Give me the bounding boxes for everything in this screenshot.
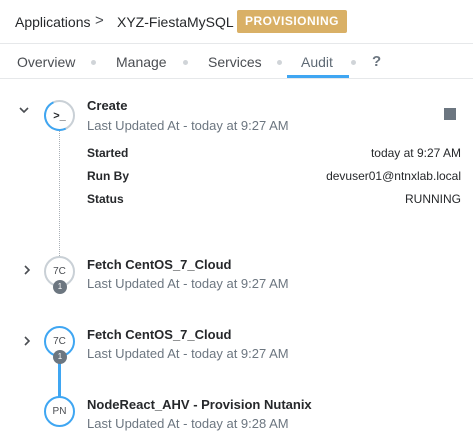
task-initials: PN	[52, 406, 67, 417]
create-updated-at: Last Updated At - today at 9:27 AM	[87, 118, 289, 133]
app-header: Applications > XYZ-FiestaMySQL PROVISION…	[0, 0, 473, 44]
task-title[interactable]: Fetch CentOS_7_Cloud	[87, 257, 231, 272]
tab-manage[interactable]: Manage	[116, 54, 167, 70]
tab-separator-dot	[91, 60, 96, 65]
timeline-connector-pending	[59, 130, 60, 258]
active-tab-indicator	[287, 75, 349, 78]
tab-overview[interactable]: Overview	[17, 54, 75, 70]
breadcrumb-app-name: XYZ-FiestaMySQL	[117, 14, 234, 30]
tab-separator-dot	[183, 60, 188, 65]
chevron-right-icon[interactable]	[22, 335, 32, 350]
stop-icon[interactable]	[444, 108, 456, 120]
task-title[interactable]: NodeReact_AHV - Provision Nutanix	[87, 397, 312, 412]
task-step-icon: PN	[44, 396, 75, 427]
tab-audit[interactable]: Audit	[301, 54, 333, 70]
detail-run-by-value: devuser01@ntnxlab.local	[326, 169, 461, 183]
breadcrumb-applications[interactable]: Applications	[15, 14, 91, 30]
task-updated-at: Last Updated At - today at 9:28 AM	[87, 416, 289, 431]
task-title[interactable]: Fetch CentOS_7_Cloud	[87, 327, 231, 342]
detail-run-by-label: Run By	[87, 169, 129, 183]
breadcrumb-separator-icon: >	[95, 12, 104, 29]
task-count-badge: 1	[53, 280, 67, 294]
tab-separator-dot	[351, 60, 356, 65]
task-count-badge: 1	[53, 350, 67, 364]
detail-started-label: Started	[87, 146, 129, 160]
create-title[interactable]: Create	[87, 98, 127, 113]
detail-started-value: today at 9:27 AM	[370, 146, 461, 160]
create-step-icon: >_	[39, 95, 80, 136]
task-initials: 7C	[53, 336, 66, 347]
tab-separator-dot	[277, 60, 282, 65]
task-initials: 7C	[53, 266, 66, 277]
detail-status-value: RUNNING	[405, 192, 461, 206]
task-updated-at: Last Updated At - today at 9:27 AM	[87, 276, 289, 291]
tab-bar: Overview Manage Services Audit ?	[0, 44, 473, 79]
detail-status-label: Status	[87, 192, 124, 206]
chevron-right-icon[interactable]	[22, 264, 32, 279]
task-updated-at: Last Updated At - today at 9:27 AM	[87, 346, 289, 361]
status-badge: PROVISIONING	[237, 10, 348, 33]
chevron-down-icon[interactable]	[18, 104, 30, 119]
tab-services[interactable]: Services	[208, 54, 262, 70]
help-icon[interactable]: ?	[372, 53, 381, 70]
